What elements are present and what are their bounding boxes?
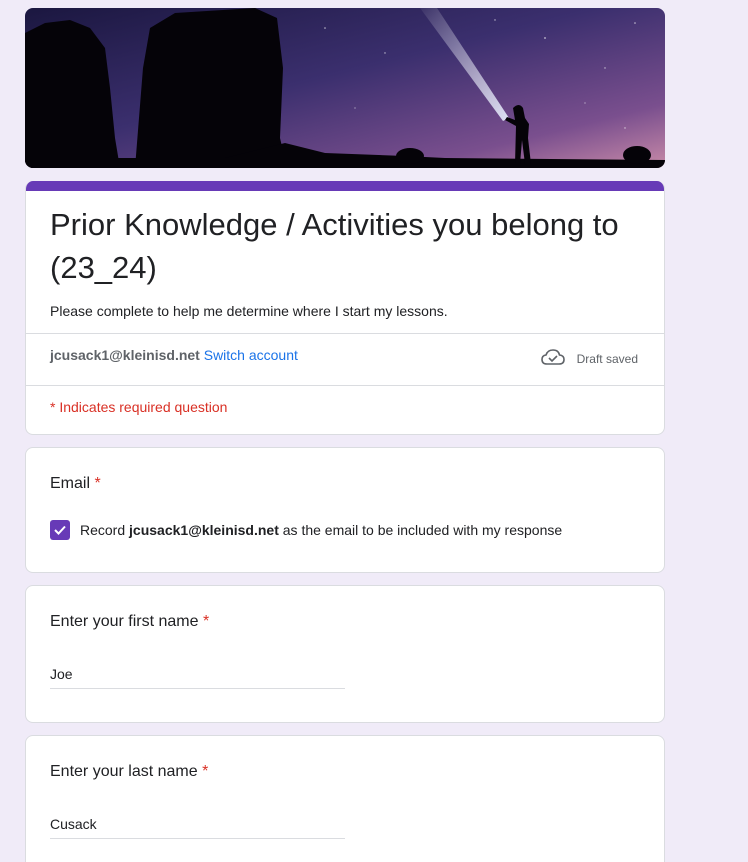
header-banner-image [25, 8, 665, 168]
checkbox-label-prefix: Record [80, 522, 126, 538]
question-title-text: Enter your last name [50, 763, 198, 780]
last-name-input[interactable]: Cusack [50, 816, 345, 839]
divider [26, 385, 664, 386]
draft-status: Draft saved [540, 349, 638, 368]
checkbox-label: Record jcusack1@kleinisd.net as the emai… [80, 522, 562, 538]
checkbox-label-email: jcusack1@kleinisd.net [129, 522, 279, 538]
question-title: Enter your last name * [50, 763, 208, 781]
question-title: Enter your first name * [50, 613, 209, 631]
checkbox-label-suffix: as the email to be included with my resp… [282, 522, 563, 538]
first-name-input[interactable]: Joe [50, 666, 345, 689]
required-star: * [202, 613, 210, 630]
cloud-check-icon [540, 349, 565, 368]
record-email-option[interactable]: Record jcusack1@kleinisd.net as the emai… [50, 520, 562, 540]
draft-status-text: Draft saved [576, 351, 638, 366]
required-star: * [94, 475, 101, 492]
form-header-card: Prior Knowledge / Activities you belong … [25, 181, 665, 435]
switch-account-link[interactable]: Switch account [204, 347, 298, 363]
account-email: jcusack1@kleinisd.net [50, 347, 200, 363]
form-page: Prior Knowledge / Activities you belong … [0, 0, 748, 862]
form-description: Please complete to help me determine whe… [50, 303, 448, 319]
question-card-first-name: Enter your first name * Joe [25, 585, 665, 723]
checkmark-icon [54, 525, 66, 535]
form-title: Prior Knowledge / Activities you belong … [50, 207, 619, 285]
divider [26, 333, 664, 334]
header-accent-bar [26, 181, 664, 191]
question-title-text: Enter your first name [50, 613, 199, 630]
question-title: Email * [50, 475, 101, 493]
question-title-text: Email [50, 475, 91, 492]
record-email-checkbox[interactable] [50, 520, 70, 540]
required-star: * [202, 763, 209, 780]
question-card-last-name: Enter your last name * Cusack [25, 735, 665, 862]
required-note: * Indicates required question [50, 399, 228, 415]
question-card-email: Email * Record jcusack1@kleinisd.net as … [25, 447, 665, 573]
account-row: jcusack1@kleinisd.net Switch account [50, 347, 298, 363]
